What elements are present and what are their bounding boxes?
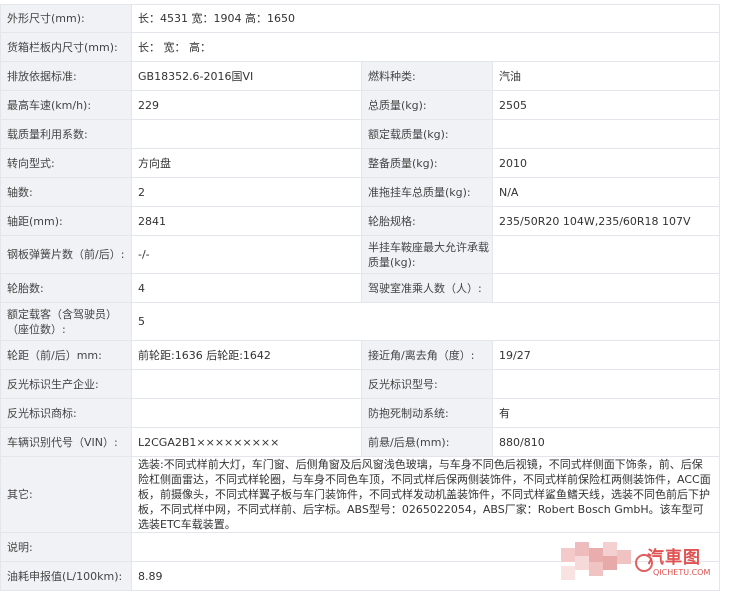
table-row: 反光标识商标: 防抱死制动系统: 有: [1, 399, 720, 428]
spec-value: 880/810: [493, 428, 720, 457]
spec-label: 反光标识商标:: [1, 399, 132, 428]
spec-label: 车辆识别代号（VIN）:: [1, 428, 132, 457]
spec-label: 轴数:: [1, 178, 132, 207]
spec-value: 5: [132, 303, 720, 341]
spec-value: [493, 120, 720, 149]
spec-label: 最高车速(km/h):: [1, 91, 132, 120]
table-row: 排放依据标准: GB18352.6-2016国VI 燃料种类: 汽油: [1, 62, 720, 91]
table-row: 货箱栏板内尺寸(mm): 长： 宽： 高：: [1, 33, 720, 62]
spec-label: 油耗申报值(L/100km):: [1, 562, 132, 591]
table-row: 轴数: 2 准拖挂车总质量(kg): N/A: [1, 178, 720, 207]
spec-value: 汽油: [493, 62, 720, 91]
watermark-url: QICHETU.COM: [653, 568, 710, 577]
spec-label: 外形尺寸(mm):: [1, 5, 132, 33]
spec-value: 前轮距:1636 后轮距:1642: [132, 341, 362, 370]
table-row: 钢板弹簧片数（前/后）: -/- 半挂车鞍座最大允许承载质量(kg):: [1, 236, 720, 274]
spec-value: 2010: [493, 149, 720, 178]
watermark-brand: 汽車图: [647, 543, 701, 568]
table-row: 其它: 选装:不同式样前大灯，车门窗、后侧角窗及后风窗浅色玻璃，与车身不同色后视…: [1, 457, 720, 533]
spec-label: 防抱死制动系统:: [362, 399, 493, 428]
spec-value: [132, 399, 362, 428]
spec-value: 2841: [132, 207, 362, 236]
spec-label: 其它:: [1, 457, 132, 533]
spec-value: 229: [132, 91, 362, 120]
spec-label: 轮胎数:: [1, 274, 132, 303]
spec-label: 轴距(mm):: [1, 207, 132, 236]
spec-label: 说明:: [1, 533, 132, 562]
spec-label: 整备质量(kg):: [362, 149, 493, 178]
spec-value: [493, 236, 720, 274]
spec-value-notes: 选装:不同式样前大灯，车门窗、后侧角窗及后风窗浅色玻璃，与车身不同色后视镜，不同…: [132, 457, 720, 533]
spec-value: 4: [132, 274, 362, 303]
spec-label: 额定载质量(kg):: [362, 120, 493, 149]
spec-label: 钢板弹簧片数（前/后）:: [1, 236, 132, 274]
table-row: 轴距(mm): 2841 轮胎规格: 235/50R20 104W,235/60…: [1, 207, 720, 236]
table-row: 反光标识生产企业: 反光标识型号:: [1, 370, 720, 399]
spec-label: 反光标识型号:: [362, 370, 493, 399]
table-row: 额定载客（含驾驶员）（座位数）: 5: [1, 303, 720, 341]
spec-label: 载质量利用系数:: [1, 120, 132, 149]
spec-label: 额定载客（含驾驶员）（座位数）:: [1, 303, 132, 341]
spec-value: [493, 370, 720, 399]
spec-value: 方向盘: [132, 149, 362, 178]
spec-label: 转向型式:: [1, 149, 132, 178]
table-row: 轮胎数: 4 驾驶室准乘人数（人）:: [1, 274, 720, 303]
spec-label: 驾驶室准乘人数（人）:: [362, 274, 493, 303]
spec-value: GB18352.6-2016国VI: [132, 62, 362, 91]
table-row: 转向型式: 方向盘 整备质量(kg): 2010: [1, 149, 720, 178]
table-row: 外形尺寸(mm): 长：4531 宽：1904 高：1650: [1, 5, 720, 33]
table-row: 车辆识别代号（VIN）: L2CGA2B1××××××××× 前悬/后悬(mm)…: [1, 428, 720, 457]
spec-value: 19/27: [493, 341, 720, 370]
spec-label: 准拖挂车总质量(kg):: [362, 178, 493, 207]
spec-value: 2505: [493, 91, 720, 120]
spec-label: 燃料种类:: [362, 62, 493, 91]
spec-label: 排放依据标准:: [1, 62, 132, 91]
spec-label: 反光标识生产企业:: [1, 370, 132, 399]
spec-label: 前悬/后悬(mm):: [362, 428, 493, 457]
spec-value: 有: [493, 399, 720, 428]
watermark: 汽車图 QICHETU.COM: [561, 538, 733, 586]
spec-label: 半挂车鞍座最大允许承载质量(kg):: [362, 236, 493, 274]
spec-value: [132, 370, 362, 399]
spec-value: [132, 120, 362, 149]
spec-label: 轮距（前/后）mm:: [1, 341, 132, 370]
spec-value: 235/50R20 104W,235/60R18 107V: [493, 207, 720, 236]
spec-label: 接近角/离去角（度）:: [362, 341, 493, 370]
spec-value: L2CGA2B1×××××××××: [132, 428, 362, 457]
spec-label: 货箱栏板内尺寸(mm):: [1, 33, 132, 62]
spec-value: -/-: [132, 236, 362, 274]
spec-value: 长： 宽： 高：: [132, 33, 720, 62]
spec-value: 长：4531 宽：1904 高：1650: [132, 5, 720, 33]
spec-label: 轮胎规格:: [362, 207, 493, 236]
spec-value: 2: [132, 178, 362, 207]
spec-label: 总质量(kg):: [362, 91, 493, 120]
spec-value: N/A: [493, 178, 720, 207]
spec-value: [493, 274, 720, 303]
table-row: 轮距（前/后）mm: 前轮距:1636 后轮距:1642 接近角/离去角（度）:…: [1, 341, 720, 370]
vehicle-spec-table: 外形尺寸(mm): 长：4531 宽：1904 高：1650 货箱栏板内尺寸(m…: [0, 4, 720, 591]
table-row: 最高车速(km/h): 229 总质量(kg): 2505: [1, 91, 720, 120]
table-row: 载质量利用系数: 额定载质量(kg):: [1, 120, 720, 149]
